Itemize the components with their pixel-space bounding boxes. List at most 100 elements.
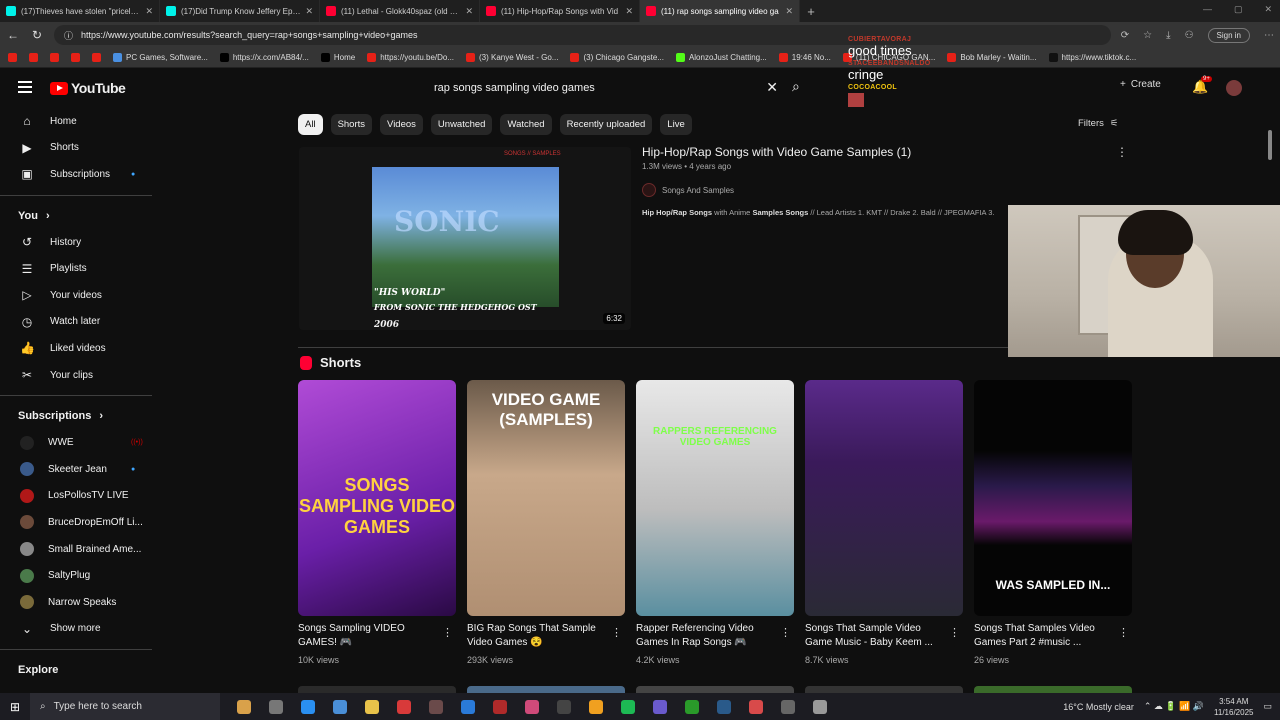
bookmark-item[interactable]: AlonzoJust Chatting... bbox=[675, 53, 767, 62]
bookmark-item[interactable] bbox=[92, 53, 101, 62]
taskbar-app-icon[interactable] bbox=[356, 693, 388, 720]
extensions-icon[interactable]: ⟳ bbox=[1121, 30, 1129, 41]
sidebar-subscription-item[interactable]: Skeeter Jean ● bbox=[0, 456, 160, 483]
close-tab-icon[interactable]: ✕ bbox=[465, 6, 473, 17]
chip-unwatched[interactable]: Unwatched bbox=[430, 114, 493, 135]
taskbar-app-icon[interactable] bbox=[580, 693, 612, 720]
sidebar-item-liked-videos[interactable]: 👍 Liked videos bbox=[0, 335, 160, 362]
menu-icon[interactable] bbox=[18, 81, 32, 93]
bookmark-item[interactable]: (3) Kanye West - Go... bbox=[466, 53, 558, 62]
sidebar-subscription-item[interactable]: Narrow Speaks bbox=[0, 589, 160, 616]
taskbar-app-icon[interactable] bbox=[484, 693, 516, 720]
sidebar-subscription-item[interactable]: SaltyPlug bbox=[0, 562, 160, 589]
sidebar-subscription-item[interactable]: WWE ((•)) bbox=[0, 429, 160, 456]
short-more-icon[interactable]: ⋮ bbox=[1118, 626, 1129, 639]
short-thumbnail[interactable]: WAS SAMPLED IN... bbox=[974, 380, 1132, 616]
sidebar-subscription-item[interactable]: BruceDropEmOff Li... bbox=[0, 509, 160, 536]
taskbar-app-icon[interactable] bbox=[676, 693, 708, 720]
taskbar-app-icon[interactable] bbox=[772, 693, 804, 720]
minimize-icon[interactable]: — bbox=[1203, 4, 1212, 15]
downloads-icon[interactable]: ⤓ bbox=[1166, 30, 1170, 41]
short-title[interactable]: Rapper Referencing Video Games In Rap So… bbox=[636, 622, 776, 650]
favorites-icon[interactable]: ☆ bbox=[1143, 30, 1152, 41]
new-tab-button[interactable]: + bbox=[800, 4, 822, 19]
taskbar-app-icon[interactable] bbox=[740, 693, 772, 720]
scrollbar[interactable] bbox=[1268, 130, 1272, 160]
taskbar-app-icon[interactable] bbox=[388, 693, 420, 720]
chip-videos[interactable]: Videos bbox=[380, 114, 423, 135]
taskbar-app-icon[interactable] bbox=[548, 693, 580, 720]
sidebar-subscription-item[interactable]: LosPollosTV LIVE bbox=[0, 483, 160, 510]
taskbar-app-icon[interactable] bbox=[516, 693, 548, 720]
close-tab-icon[interactable]: ✕ bbox=[145, 6, 153, 17]
account-icon[interactable]: ⚇ bbox=[1185, 30, 1194, 41]
chip-all[interactable]: All bbox=[298, 114, 323, 135]
taskbar-app-icon[interactable] bbox=[228, 693, 260, 720]
short-title[interactable]: Songs That Sample Video Game Music - Bab… bbox=[805, 622, 945, 650]
taskbar-app-icon[interactable] bbox=[452, 693, 484, 720]
taskbar-app-icon[interactable] bbox=[708, 693, 740, 720]
bookmark-item[interactable]: Home bbox=[320, 53, 355, 62]
create-button[interactable]: + Create bbox=[1120, 79, 1161, 90]
taskbar-app-icon[interactable] bbox=[804, 693, 836, 720]
taskbar-search-input[interactable]: ⌕ Type here to search bbox=[30, 693, 220, 720]
back-icon[interactable]: ← bbox=[6, 28, 20, 42]
windows-start-icon[interactable]: ⊞ bbox=[0, 700, 30, 714]
sidebar-subscriptions-heading[interactable]: Subscriptions › bbox=[0, 403, 160, 429]
chip-watched[interactable]: Watched bbox=[500, 114, 552, 135]
youtube-logo[interactable]: YouTube bbox=[50, 80, 126, 96]
avatar[interactable] bbox=[1226, 80, 1242, 96]
show-more-button[interactable]: ⌄ Show more bbox=[0, 616, 160, 643]
video-more-icon[interactable]: ⋮ bbox=[1116, 145, 1128, 159]
close-window-icon[interactable]: ✕ bbox=[1264, 4, 1272, 15]
short-title[interactable]: Songs That Samples Video Games Part 2 #m… bbox=[974, 622, 1114, 650]
short-thumbnail[interactable] bbox=[805, 380, 963, 616]
short-more-icon[interactable]: ⋮ bbox=[442, 626, 453, 639]
short-more-icon[interactable]: ⋮ bbox=[949, 626, 960, 639]
sidebar-item-playlists[interactable]: ☰ Playlists bbox=[0, 255, 160, 282]
short-title[interactable]: Songs Sampling VIDEO GAMES! 🎮 bbox=[298, 622, 438, 650]
bookmark-item[interactable] bbox=[71, 53, 80, 62]
sidebar-item-your-videos[interactable]: ▷ Your videos bbox=[0, 282, 160, 309]
short-thumbnail[interactable]: RAPPERS REFERENCING VIDEO GAMES bbox=[636, 380, 794, 616]
short-more-icon[interactable]: ⋮ bbox=[611, 626, 622, 639]
short-thumbnail[interactable]: SONGS SAMPLING VIDEO GAMES bbox=[298, 380, 456, 616]
browser-tab[interactable]: (17)Did Trump Know Jeffery Epstein ✕ bbox=[160, 0, 320, 22]
clear-search-icon[interactable]: ✕ bbox=[766, 79, 778, 96]
browser-tab[interactable]: (11) Hip-Hop/Rap Songs with Vid ✕ bbox=[480, 0, 640, 22]
search-input[interactable]: rap songs sampling video games ✕ bbox=[422, 76, 782, 100]
sidebar-item-history[interactable]: ↺ History bbox=[0, 229, 160, 256]
weather-widget[interactable]: 16°C Mostly clear bbox=[1063, 702, 1134, 712]
short-more-icon[interactable]: ⋮ bbox=[780, 626, 791, 639]
reload-icon[interactable]: ↻ bbox=[30, 28, 44, 42]
sidebar-item-shorts[interactable]: ▶ Shorts bbox=[0, 135, 160, 162]
close-tab-icon[interactable]: ✕ bbox=[785, 6, 793, 17]
bookmark-item[interactable]: https://x.com/AB84/... bbox=[219, 53, 309, 62]
sign-in-button[interactable]: Sign in bbox=[1207, 27, 1250, 43]
sidebar-item-subscriptions[interactable]: ▣ Subscriptions ● bbox=[0, 161, 160, 188]
video-title[interactable]: Hip-Hop/Rap Songs with Video Game Sample… bbox=[642, 145, 911, 159]
sidebar-item-your-clips[interactable]: ✂ Your clips bbox=[0, 362, 160, 389]
browser-tab[interactable]: (11) rap songs sampling video ga ✕ bbox=[640, 0, 800, 22]
sidebar-item-watch-later[interactable]: ◷ Watch later bbox=[0, 309, 160, 336]
bookmark-item[interactable] bbox=[50, 53, 59, 62]
tray-icons[interactable]: ⌃ ☁ 🔋 📶 🔊 bbox=[1144, 701, 1204, 712]
bookmark-item[interactable]: 19:46 No... bbox=[778, 53, 831, 62]
browser-tab[interactable]: (17)Thieves have stolen "priceless ✕ bbox=[0, 0, 160, 22]
chip-recently-uploaded[interactable]: Recently uploaded bbox=[559, 114, 653, 135]
browser-tab[interactable]: (11) Lethal - Glokk40spaz (old ver ✕ bbox=[320, 0, 480, 22]
bookmark-item[interactable]: PC Games, Software... bbox=[113, 53, 208, 62]
menu-icon[interactable]: ⋯ bbox=[1264, 30, 1274, 41]
taskbar-app-icon[interactable] bbox=[292, 693, 324, 720]
site-info-icon[interactable]: ⓘ bbox=[64, 29, 73, 42]
chip-shorts[interactable]: Shorts bbox=[330, 114, 373, 135]
bookmark-item[interactable]: https://youtu.be/Do... bbox=[367, 53, 454, 62]
short-title[interactable]: BIG Rap Songs That Sample Video Games 😵 bbox=[467, 622, 607, 650]
clock[interactable]: 3:54 AM 11/16/2025 bbox=[1214, 696, 1253, 718]
video-thumbnail[interactable]: SONIC SONGS // SAMPLES "HIS WORLD" FROM … bbox=[299, 147, 631, 330]
close-tab-icon[interactable]: ✕ bbox=[305, 6, 313, 17]
taskbar-app-icon[interactable] bbox=[644, 693, 676, 720]
channel-name[interactable]: Songs And Samples bbox=[662, 186, 734, 195]
bookmark-item[interactable] bbox=[8, 53, 17, 62]
sidebar-subscription-item[interactable]: Small Brained Ame... bbox=[0, 536, 160, 563]
